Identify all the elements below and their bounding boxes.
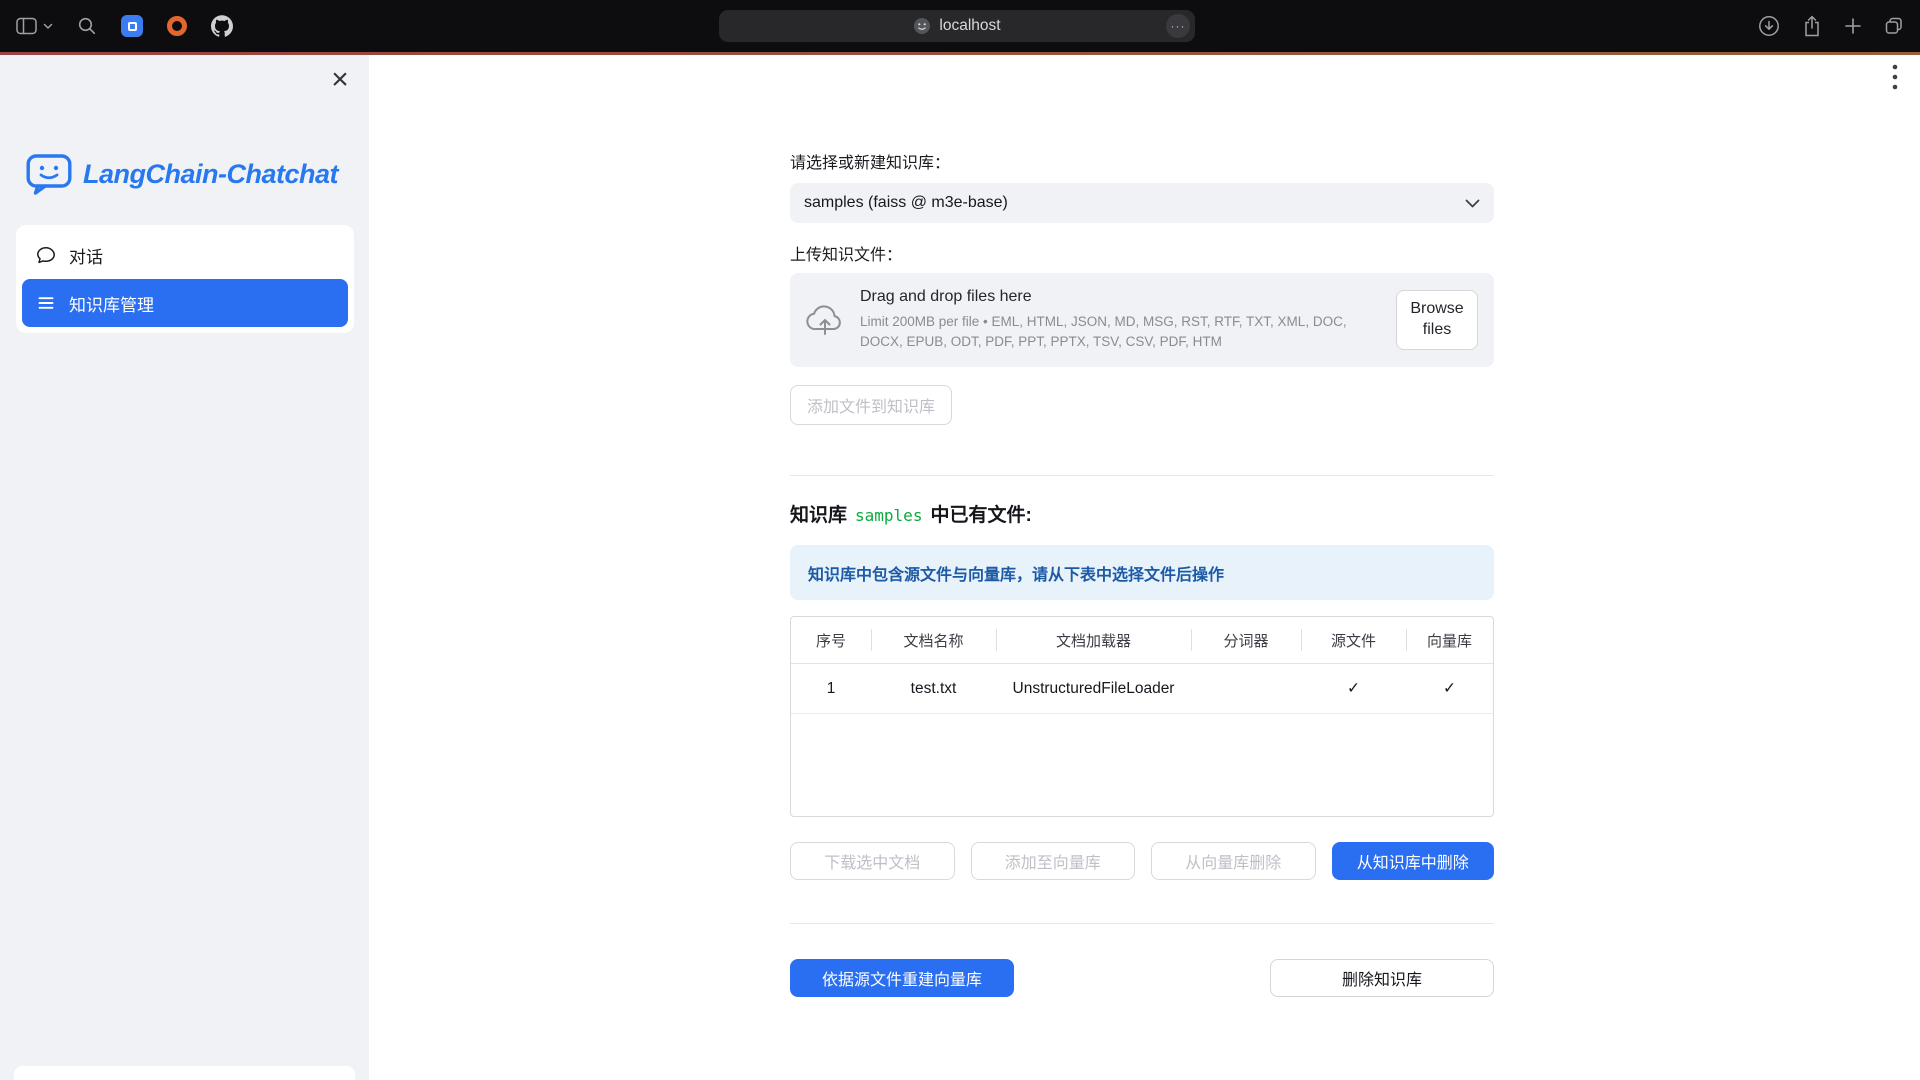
new-tab-icon[interactable] (1844, 17, 1862, 35)
header-cell-loader: 文档加载器 (996, 617, 1191, 663)
file-actions-row: 下载选中文档 添加至向量库 从向量库删除 从知识库中删除 (790, 842, 1494, 880)
sidebar-item-dialogue[interactable]: 对话 (22, 231, 348, 279)
site-favicon (913, 17, 931, 35)
add-files-to-kb-button[interactable]: 添加文件到知识库 (790, 385, 952, 425)
chevron-down-icon (43, 23, 53, 30)
address-bar[interactable]: localhost ··· (719, 10, 1195, 42)
header-cell-index: 序号 (791, 617, 871, 663)
url-text: localhost (939, 17, 1000, 35)
sidebar-item-label: 对话 (69, 243, 103, 268)
cell-doc-name: test.txt (871, 664, 996, 713)
sidebar-toggle-button[interactable] (16, 17, 53, 35)
browse-files-button[interactable]: Browse files (1396, 290, 1478, 350)
kb-select[interactable]: samples (faiss @ m3e-base) (790, 183, 1494, 223)
sidebar-footer-card (14, 1066, 355, 1080)
app-sidebar: × LangChain-Chatchat 对话 知识库管理 (0, 55, 369, 1080)
kb-footer-actions: 依据源文件重建向量库 删除知识库 (790, 959, 1494, 997)
header-cell-vector-store: 向量库 (1406, 617, 1493, 663)
download-selected-button[interactable]: 下载选中文档 (790, 842, 955, 880)
chat-icon (36, 245, 56, 265)
table-row[interactable]: 1 test.txt UnstructuredFileLoader ✓ ✓ (791, 664, 1493, 714)
file-dropzone[interactable]: Drag and drop files here Limit 200MB per… (790, 273, 1494, 367)
dropzone-text: Drag and drop files here Limit 200MB per… (860, 288, 1368, 351)
cell-loader: UnstructuredFileLoader (996, 664, 1191, 713)
dropzone-title: Drag and drop files here (860, 288, 1368, 306)
kb-heading-suffix: 中已有文件: (930, 500, 1031, 527)
upload-label: 上传知识文件： (790, 241, 1494, 265)
spacer (1030, 959, 1254, 997)
kb-select-label: 请选择或新建知识库： (790, 149, 1494, 173)
header-cell-doc-name: 文档名称 (871, 617, 996, 663)
search-icon[interactable] (77, 16, 97, 36)
kb-select-value: samples (faiss @ m3e-base) (804, 194, 1008, 212)
browser-right-controls (1758, 0, 1904, 52)
app-logo: LangChain-Chatchat (26, 153, 338, 195)
knowledge-base-icon (36, 293, 56, 313)
github-extension-icon[interactable] (211, 15, 233, 37)
extension-orange-icon[interactable] (167, 16, 187, 36)
kb-files-heading: 知识库 samples 中已有文件: (790, 500, 1494, 527)
remove-from-vector-store-button[interactable]: 从向量库删除 (1151, 842, 1316, 880)
sidebar-item-knowledge-base[interactable]: 知识库管理 (22, 279, 348, 327)
sidebar-close-button[interactable]: × (321, 61, 359, 99)
main-content: 请选择或新建知识库： samples (faiss @ m3e-base) 上传… (790, 55, 1494, 997)
kb-name-code: samples (855, 506, 922, 525)
cloud-upload-icon (806, 305, 844, 336)
streamlit-menu-icon[interactable] (1890, 62, 1900, 92)
delete-from-kb-button[interactable]: 从知识库中删除 (1332, 842, 1495, 880)
header-cell-splitter: 分词器 (1191, 617, 1301, 663)
kb-files-table: 序号 文档名称 文档加载器 分词器 源文件 向量库 1 test.txt Uns… (790, 616, 1494, 817)
tab-overview-icon[interactable] (1884, 16, 1904, 36)
app-logo-text: LangChain-Chatchat (83, 159, 338, 190)
chat-bubble-logo-icon (26, 153, 72, 195)
sidebar-nav-card: 对话 知识库管理 (16, 225, 354, 333)
section-divider (790, 475, 1494, 476)
browser-left-controls (16, 0, 233, 52)
info-banner: 知识库中包含源文件与向量库，请从下表中选择文件后操作 (790, 545, 1494, 600)
cell-vector-store-check: ✓ (1406, 664, 1493, 713)
delete-kb-button[interactable]: 删除知识库 (1270, 959, 1494, 997)
kb-heading-prefix: 知识库 (790, 500, 847, 527)
downloads-icon[interactable] (1758, 15, 1780, 37)
dropzone-hint: Limit 200MB per file • EML, HTML, JSON, … (860, 312, 1368, 351)
header-cell-source-file: 源文件 (1301, 617, 1406, 663)
address-bar-more-icon[interactable]: ··· (1166, 14, 1190, 38)
cell-splitter (1191, 664, 1301, 713)
cell-index: 1 (791, 664, 871, 713)
share-icon[interactable] (1802, 14, 1822, 38)
sidebar-item-label: 知识库管理 (69, 291, 154, 316)
section-divider (790, 923, 1494, 924)
extension-blue-icon[interactable] (121, 15, 143, 37)
chevron-down-icon (1465, 199, 1480, 208)
add-to-vector-store-button[interactable]: 添加至向量库 (971, 842, 1136, 880)
browser-toolbar: localhost ··· (0, 0, 1920, 52)
cell-source-file-check: ✓ (1301, 664, 1406, 713)
sidebar-toggle-icon (16, 17, 37, 35)
rebuild-vector-store-button[interactable]: 依据源文件重建向量库 (790, 959, 1014, 997)
table-header-row: 序号 文档名称 文档加载器 分词器 源文件 向量库 (791, 617, 1493, 664)
